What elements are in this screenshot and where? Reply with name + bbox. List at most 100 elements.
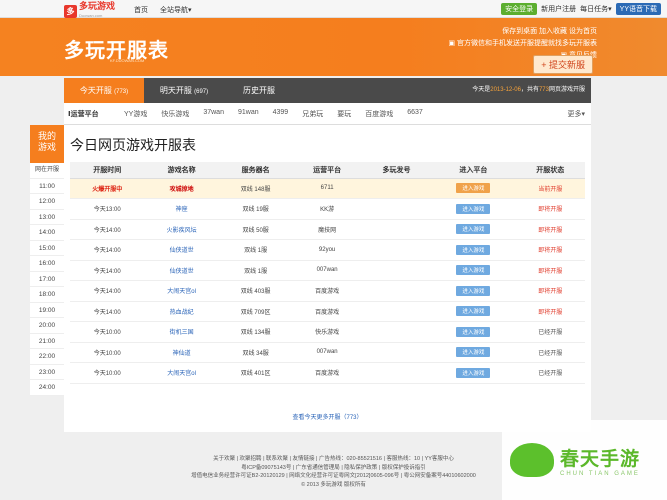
table-row: 今天14:00 仙侠道世 双线 1服 92you 进入游戏 即将开服 [70,239,585,261]
game-name-link[interactable]: 攻城掠地 [170,187,194,193]
enter-cell: 进入游戏 [431,198,516,220]
platform-text: 6711 [320,185,334,192]
code-cell [361,260,432,281]
game-name-link[interactable]: 大闹天宫ol [167,371,196,377]
tab-today[interactable]: 今天开服 (773) [64,78,144,103]
time-item[interactable]: 24:00 [30,380,64,396]
platform-more-button[interactable]: 更多▾ [567,109,585,119]
platform-item[interactable]: 兄弟玩 [302,109,323,119]
time-item[interactable]: 13:00 [30,210,64,225]
platform-item[interactable]: 要玩 [337,109,351,119]
enter-game-button[interactable]: 进入游戏 [456,265,491,276]
time-item[interactable]: 12:00 [30,194,64,210]
game-name-link[interactable]: 热血战纪 [170,310,194,316]
tab-history[interactable]: 历史开服 [224,78,294,103]
enter-game-button[interactable]: 进入游戏 [456,285,491,296]
time-item[interactable]: 19:00 [30,303,64,318]
time-item[interactable]: 21:00 [30,334,64,349]
enter-game-button[interactable]: 进入游戏 [456,244,491,255]
platform-cell: KK游 [292,198,362,220]
status-text: 即将开服 [538,227,563,234]
table-header-row: 开服时间 游戏名称 服务器名 运营平台 多玩发号 进入平台 开服状态 [70,162,585,179]
enter-game-button[interactable]: 进入游戏 [456,183,491,194]
game-cell: 神座 [144,198,219,220]
game-cell: 神仙道 [144,342,219,363]
wechat-remind-link[interactable]: ▣ 官方微信和手机发送开服提醒就找多玩开服表 [448,38,597,50]
platform-item[interactable]: YY游戏 [124,109,147,119]
enter-cell: 进入游戏 [431,342,516,363]
game-name-link[interactable]: 仙侠道世 [170,269,194,275]
my-games-button[interactable]: 我的 游戏 [30,125,64,163]
top-right: 安全登录 新用户注册 每日任务▾ YY语音下载 [501,3,661,15]
game-name-link[interactable]: 火影疾风坛 [167,228,197,234]
enter-game-button[interactable]: 进入游戏 [456,347,491,358]
code-cell [361,219,432,240]
server-text: 双线 709区 [240,309,271,316]
platform-text: KK游 [320,207,335,214]
tab-tomorrow[interactable]: 明天开服 (697) [144,78,224,103]
game-cell: 大闹天宫ol [144,280,219,302]
platform-cell: 百度游戏 [292,362,362,384]
bookmark-links[interactable]: 保存到桌面 加入收藏 设为首页 [448,26,597,38]
daily-task-link[interactable]: 每日任务▾ [580,4,612,14]
nav-home[interactable]: 首页 [134,5,148,15]
code-cell [361,239,432,261]
col-header: 多玩发号 [361,162,432,179]
game-cell: 大闹天宫ol [144,362,219,384]
time-sidebar: 我的 游戏 网在开服 11:00 12:00 13:00 14:00 15:00… [30,125,64,396]
server-cell: 双线 403服 [218,280,293,302]
safe-login-button[interactable]: 安全登录 [501,3,538,15]
watermark-text: 春天手游 CHUN TIAN GAME [560,448,641,477]
time-item[interactable]: 17:00 [30,272,64,287]
time-item[interactable]: 16:00 [30,256,64,272]
time-text: 今天14:00 [93,248,121,255]
nav-all-sites[interactable]: 全站导航▾ [160,5,192,15]
time-item[interactable]: 14:00 [30,225,64,241]
status-cell: 即将开服 [515,280,585,302]
kaifu-url: KF.DUOWAN.COM [110,58,145,63]
time-text: 今天14:00 [93,309,121,316]
game-name-link[interactable]: 神仙道 [173,351,191,357]
col-header: 开服时间 [70,162,145,179]
col-header: 游戏名称 [144,162,219,179]
platform-item[interactable]: 91wan [238,109,259,119]
enter-cell: 进入游戏 [431,301,516,322]
time-item-now[interactable]: 网在开服 [30,163,64,179]
time-item[interactable]: 22:00 [30,349,64,365]
time-item[interactable]: 20:00 [30,318,64,334]
platform-text: 92you [318,246,336,253]
yy-download-button[interactable]: YY语音下载 [615,3,661,15]
server-cell: 双线 19服 [218,198,293,220]
time-item[interactable]: 15:00 [30,241,64,256]
status-cell: 已经开服 [515,342,585,363]
status-cell: 已经开服 [515,321,585,343]
server-cell: 双线 50服 [218,219,293,240]
game-name-link[interactable]: 街机三国 [170,330,194,336]
time-item[interactable]: 18:00 [30,287,64,303]
platform-item[interactable]: 百度游戏 [365,109,393,119]
platform-item[interactable]: 4399 [273,109,289,119]
game-name-link[interactable]: 大闹天宫ol [167,289,196,295]
platform-text: 007wan [316,349,338,356]
platform-item[interactable]: 37wan [203,109,224,119]
game-name-link[interactable]: 神座 [176,207,188,213]
enter-game-button[interactable]: 进入游戏 [456,367,491,378]
game-name-link[interactable]: 仙侠道世 [170,248,194,254]
platform-cell: 92you [292,239,362,261]
platform-item[interactable]: 6637 [407,109,423,119]
platform-label: Ⅰ运营平台 [68,111,99,118]
code-cell [361,342,432,363]
enter-game-button[interactable]: 进入游戏 [456,306,491,317]
enter-game-button[interactable]: 进入游戏 [456,224,491,235]
time-item[interactable]: 23:00 [30,365,64,380]
platform-item[interactable]: 快乐游戏 [161,109,189,119]
server-cell: 双线 709区 [218,301,293,322]
enter-game-button[interactable]: 进入游戏 [456,326,491,337]
time-item[interactable]: 11:00 [30,179,64,194]
enter-game-button[interactable]: 进入游戏 [456,203,491,214]
col-header: 开服状态 [515,162,585,179]
server-text: 双线 148服 [240,186,271,193]
time-cell: 今天10:00 [70,321,145,343]
submit-new-server-button[interactable]: + 提交新服 [533,55,593,74]
register-link[interactable]: 新用户注册 [541,4,576,14]
